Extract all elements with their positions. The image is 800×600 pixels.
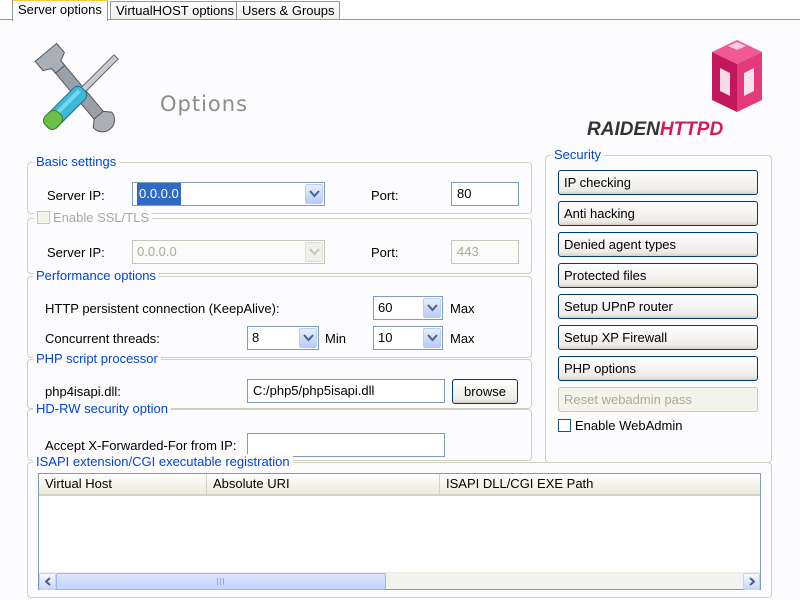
ssl-port-input[interactable]: 443 [451,240,519,264]
ip-checking-button[interactable]: IP checking [558,170,758,195]
server-options-panel: Options RAIDENHTTPD Basic settings Serve… [0,19,800,600]
keepalive-combo[interactable]: 60 [373,296,443,320]
server-ip-label: Server IP: [47,188,105,203]
php-dll-path-input[interactable]: C:/php5/php5isapi.dll [247,379,445,403]
brand-logo-text: RAIDENHTTPD [587,119,723,141]
page-title: Options [160,92,249,116]
threads-max-combo[interactable]: 10 [373,326,443,350]
performance-options-legend: Performance options [33,268,159,284]
php-dll-label: php4isapi.dll: [45,384,121,399]
chevron-down-icon[interactable] [305,242,323,262]
ssl-server-ip-combo[interactable]: 0.0.0.0 [132,240,325,264]
enable-webadmin-checkbox[interactable] [558,419,571,432]
ssl-legend: Enable SSL/TLS [34,210,153,226]
chevron-down-icon[interactable] [423,298,441,318]
port-label: Port: [371,188,399,203]
list-header: Virtual Host Absolute URI ISAPI DLL/CGI … [39,474,760,496]
basic-settings-legend: Basic settings [33,154,120,170]
hdrw-security-legend: HD-RW security option [33,401,171,417]
column-dll-exe-path[interactable]: ISAPI DLL/CGI EXE Path [440,474,762,494]
setup-xp-firewall-button[interactable]: Setup XP Firewall [558,325,758,350]
horizontal-scrollbar[interactable] [39,572,760,590]
chevron-down-icon[interactable] [423,328,441,348]
php-options-button[interactable]: PHP options [558,356,758,381]
raiden-cube-logo [708,38,766,116]
tab-users-groups[interactable]: Users & Groups [236,1,341,20]
keepalive-max-label: Max [450,301,475,316]
x-forwarded-for-label: Accept X-Forwarded-For from IP: [45,438,237,453]
server-ip-combo[interactable]: 0.0.0.0 [132,182,325,206]
browse-button[interactable]: browse [452,379,518,404]
protected-files-button[interactable]: Protected files [558,263,758,288]
scrollbar-thumb[interactable] [56,573,386,590]
ssl-server-ip-value: 0.0.0.0 [137,244,177,259]
ssl-group: Enable SSL/TLS Server IP: 0.0.0.0 Port: … [27,210,532,274]
basic-settings-group: Basic settings Server IP: 0.0.0.0 Port: … [27,154,532,214]
threads-label: Concurrent threads: [45,331,160,346]
enable-ssl-label: Enable SSL/TLS [53,210,150,225]
column-absolute-uri[interactable]: Absolute URI [207,474,440,494]
port-input[interactable]: 80 [451,182,519,206]
reset-webadmin-pass-button[interactable]: Reset webadmin pass [558,387,758,412]
chevron-down-icon[interactable] [299,328,317,348]
isapi-registration-list[interactable]: Virtual Host Absolute URI ISAPI DLL/CGI … [38,473,761,590]
security-legend: Security [551,147,604,163]
threads-min-combo[interactable]: 8 [247,326,319,350]
keepalive-label: HTTP persistent connection (KeepAlive): [45,301,280,316]
threads-max-label: Max [450,331,475,346]
threads-min-value: 8 [252,330,260,345]
tab-strip: Server options VirtualHOST options Users… [0,0,800,21]
tools-icon [30,38,130,148]
isapi-registration-legend: ISAPI extension/CGI executable registrat… [33,454,293,470]
setup-upnp-router-button[interactable]: Setup UPnP router [558,294,758,319]
isapi-registration-group: ISAPI extension/CGI executable registrat… [27,454,772,598]
server-ip-value: 0.0.0.0 [137,183,181,205]
scroll-right-icon[interactable] [743,573,760,590]
enable-ssl-checkbox[interactable] [37,211,50,224]
php-processor-legend: PHP script processor [33,351,161,367]
column-virtual-host[interactable]: Virtual Host [39,474,207,494]
ssl-port-label: Port: [371,245,399,260]
anti-hacking-button[interactable]: Anti hacking [558,201,758,226]
chevron-down-icon[interactable] [305,184,323,204]
denied-agent-types-button[interactable]: Denied agent types [558,232,758,257]
performance-options-group: Performance options HTTP persistent conn… [27,268,532,358]
threads-min-label: Min [325,331,346,346]
brand-name-raiden: RAIDEN [587,119,660,140]
ssl-server-ip-label: Server IP: [47,245,105,260]
threads-max-value: 10 [378,330,393,345]
scroll-left-icon[interactable] [39,573,56,590]
security-group: Security IP checking Anti hacking Denied… [545,147,772,463]
tab-server-options[interactable]: Server options [12,0,108,21]
enable-webadmin-label: Enable WebAdmin [575,418,683,433]
brand-name-httpd: HTTPD [659,119,724,140]
keepalive-value: 60 [378,300,393,315]
tab-virtualhost-options[interactable]: VirtualHOST options [110,1,241,20]
